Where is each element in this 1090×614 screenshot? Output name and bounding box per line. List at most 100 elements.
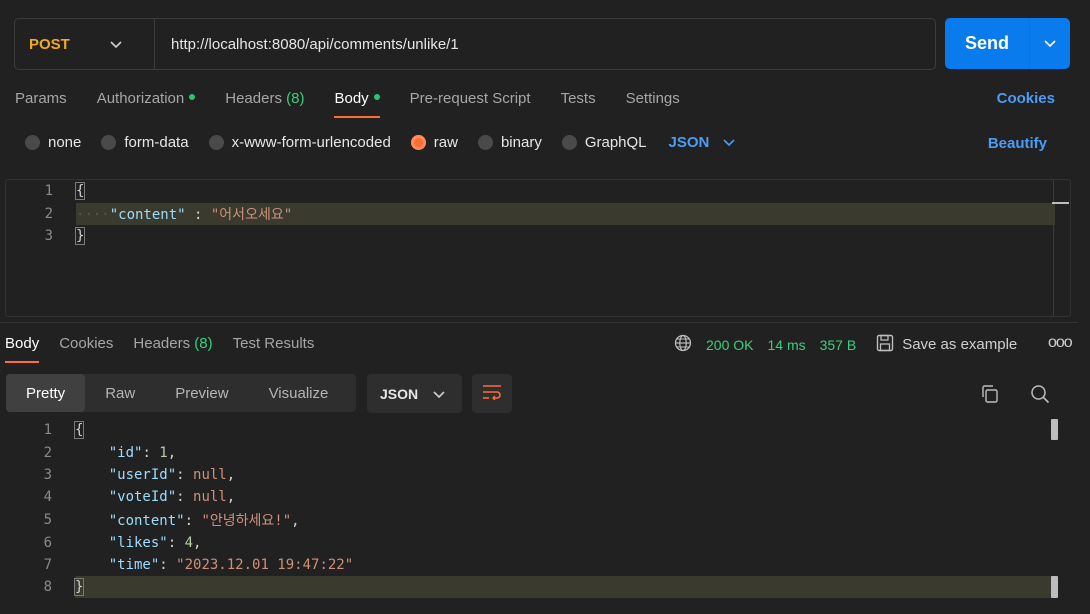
view-mode-raw[interactable]: Raw	[85, 374, 155, 412]
editor-line: 4 "voteId": null,	[5, 486, 1071, 508]
tab-body[interactable]: Body	[334, 84, 380, 118]
brace: {	[73, 421, 85, 439]
code-text: "userId": null,	[108, 467, 236, 483]
line-number: 8	[43, 579, 52, 595]
view-mode-pretty[interactable]: Pretty	[6, 374, 86, 412]
tab-response-cookies[interactable]: Cookies	[59, 329, 113, 363]
tab-params[interactable]: Params	[15, 84, 67, 118]
json-key: "time"	[108, 557, 160, 573]
editor-line: 2 "id": 1,	[5, 442, 1071, 464]
chevron-down-icon	[723, 134, 735, 151]
wrap-lines-icon	[482, 384, 502, 404]
code-text: }	[73, 578, 85, 596]
json-value: "어서오세요"	[210, 207, 293, 223]
tab-label: Params	[15, 90, 67, 107]
view-mode-segmented-control: Pretty Raw Preview Visualize	[6, 374, 356, 412]
radio-form-data[interactable]: form-data	[101, 134, 189, 151]
tab-label: Headers	[133, 335, 191, 352]
save-as-example-button[interactable]: Save as example	[902, 336, 1017, 353]
pane-divider[interactable]	[0, 322, 1078, 323]
code-text: {	[74, 182, 86, 200]
line-number: 6	[43, 535, 52, 551]
tab-pre-request-script[interactable]: Pre-request Script	[410, 84, 531, 118]
json-key: "voteId"	[108, 489, 177, 505]
json-comma: ,	[226, 467, 236, 483]
send-button-group: Send	[945, 18, 1070, 69]
tab-tests[interactable]: Tests	[561, 84, 596, 118]
tab-test-results[interactable]: Test Results	[233, 329, 315, 363]
send-button[interactable]: Send	[945, 33, 1029, 54]
radio-circle	[101, 135, 117, 150]
json-comma: ,	[291, 513, 300, 529]
url-input[interactable]: http://localhost:8080/api/comments/unlik…	[155, 19, 935, 69]
tab-settings[interactable]: Settings	[626, 84, 680, 118]
json-comma: ,	[193, 535, 202, 551]
scroll-marker	[1052, 202, 1069, 204]
code-text: "content": "안녕하세요!",	[108, 513, 300, 529]
format-label: JSON	[380, 385, 419, 402]
request-body-editor[interactable]: 1 { 2 ····"content" : "어서오세요" 3 }	[5, 179, 1071, 317]
radio-raw[interactable]: raw	[410, 134, 458, 151]
language-label: JSON	[668, 134, 710, 151]
tab-label: Headers	[225, 90, 282, 107]
brace: }	[74, 227, 86, 245]
code-text: "id": 1,	[108, 445, 177, 461]
tab-authorization[interactable]: Authorization	[97, 84, 196, 118]
json-key: "likes"	[108, 535, 168, 551]
brace: {	[74, 182, 86, 200]
scroll-marker	[1051, 576, 1058, 598]
json-comma: ,	[226, 489, 236, 505]
request-url-bar: POST http://localhost:8080/api/comments/…	[14, 18, 936, 70]
copy-icon[interactable]	[978, 382, 1002, 406]
tab-label: Cookies	[59, 335, 114, 352]
view-mode-visualize[interactable]: Visualize	[249, 374, 349, 412]
radio-label: x-www-form-urlencoded	[231, 134, 391, 151]
response-size[interactable]: 357 B	[820, 337, 857, 353]
response-scrollbar[interactable]	[1051, 419, 1059, 614]
scroll-thumb[interactable]	[1051, 419, 1058, 440]
chevron-down-icon	[433, 386, 445, 402]
method-select[interactable]: POST	[15, 19, 155, 69]
save-icon[interactable]	[876, 334, 894, 355]
line-number: 1	[43, 422, 52, 438]
line-number: 7	[43, 557, 52, 573]
radio-x-www-form-urlencoded[interactable]: x-www-form-urlencoded	[208, 134, 391, 151]
json-value: null	[193, 467, 227, 483]
json-key: "content"	[108, 513, 185, 529]
wrap-lines-button[interactable]	[472, 374, 512, 413]
radio-label: GraphQL	[584, 134, 647, 151]
line-number: 3	[43, 467, 52, 483]
response-time[interactable]: 14 ms	[767, 337, 805, 353]
response-body-viewer[interactable]: 1 { 2 "id": 1, 3 "userId": null, 4 "vote…	[5, 419, 1071, 614]
radio-circle	[410, 135, 426, 150]
radio-none[interactable]: none	[25, 134, 81, 151]
search-icon[interactable]	[1028, 382, 1052, 406]
json-value: null	[193, 489, 227, 505]
tab-label: Authorization	[96, 90, 185, 107]
radio-label: raw	[433, 134, 458, 151]
method-label: POST	[29, 35, 70, 53]
radio-binary[interactable]: binary	[477, 134, 542, 151]
tab-label: Pre-request Script	[409, 90, 531, 107]
body-type-radios: none form-data x-www-form-urlencoded raw…	[25, 134, 735, 151]
line-number: 1	[44, 183, 53, 199]
json-value: 4	[184, 535, 194, 551]
globe-icon[interactable]	[674, 334, 692, 355]
view-mode-preview[interactable]: Preview	[155, 374, 248, 412]
cookies-link[interactable]: Cookies	[997, 90, 1055, 107]
body-language-select[interactable]: JSON	[669, 134, 736, 151]
beautify-button[interactable]: Beautify	[988, 135, 1047, 152]
radio-label: form-data	[124, 134, 189, 151]
tab-response-headers[interactable]: Headers (8)	[133, 329, 212, 363]
status-code[interactable]: 200 OK	[706, 337, 753, 353]
more-options-icon[interactable]: ooo	[1048, 334, 1073, 352]
radio-graphql[interactable]: GraphQL	[561, 134, 647, 151]
tab-headers[interactable]: Headers (8)	[225, 84, 304, 118]
tab-response-body[interactable]: Body	[5, 329, 40, 363]
response-format-select[interactable]: JSON	[367, 374, 462, 413]
radio-label: binary	[500, 134, 542, 151]
editor-scrollbar[interactable]	[1053, 180, 1054, 316]
response-tabs: Body Cookies Headers (8) Test Results	[5, 329, 334, 363]
send-options-chevron-icon[interactable]	[1030, 39, 1070, 48]
editor-line: 1 {	[5, 419, 1071, 441]
